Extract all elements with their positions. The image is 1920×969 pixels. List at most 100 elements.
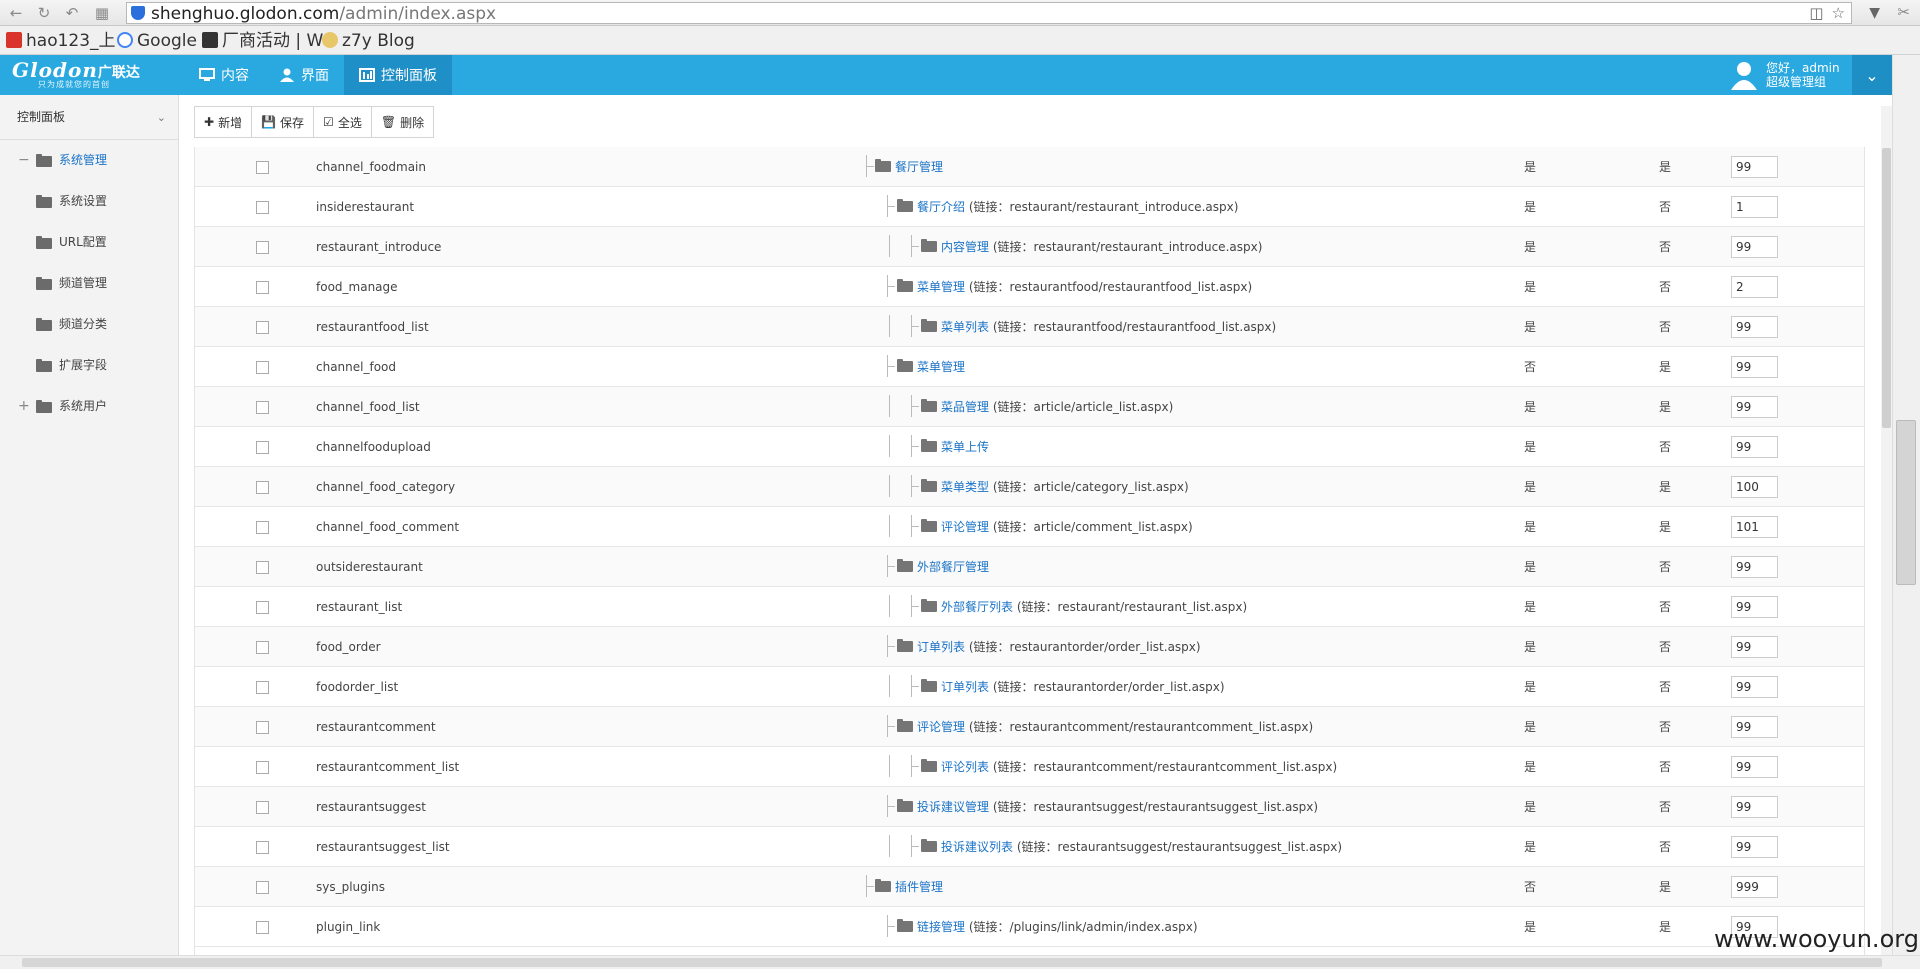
menu-name-link[interactable]: 评论管理	[917, 720, 965, 734]
row-checkbox[interactable]	[256, 200, 269, 214]
sort-order-input[interactable]	[1731, 635, 1778, 658]
menu-name-link[interactable]: 链接管理	[917, 920, 965, 934]
row-checkbox[interactable]	[256, 160, 269, 174]
sidebar-item-channel-management[interactable]: 频道管理	[0, 263, 178, 304]
menu-name-link[interactable]: 菜单列表	[941, 320, 989, 334]
menu-name-link[interactable]: 评论列表	[941, 760, 989, 774]
sort-order-input[interactable]	[1731, 435, 1778, 458]
address-bar[interactable]: shenghuo.glodon.com/admin/index.aspx ◫ ☆	[126, 2, 1852, 24]
sort-order-input[interactable]	[1731, 555, 1778, 578]
row-checkbox[interactable]	[256, 640, 269, 654]
menu-name-link[interactable]: 菜单管理	[917, 360, 965, 374]
delete-button[interactable]: 🗑 删除	[372, 107, 433, 137]
sort-order-input[interactable]	[1731, 235, 1778, 258]
bookmark-google[interactable]: Google	[117, 30, 197, 52]
row-checkbox[interactable]	[256, 480, 269, 494]
menu-name-link[interactable]: 菜单类型	[941, 480, 989, 494]
row-checkbox[interactable]	[256, 280, 269, 294]
refresh-icon[interactable]: ↻	[34, 3, 54, 23]
flag-value-2: 否	[1659, 320, 1672, 334]
bookmark-hao123[interactable]: hao123_上	[6, 30, 116, 52]
undo-icon[interactable]: ↶	[62, 3, 82, 23]
sort-order-input[interactable]	[1731, 195, 1778, 218]
sidebar-title[interactable]: 控制面板 ⌄	[0, 95, 178, 140]
menu-name-link[interactable]: 订单列表	[941, 680, 989, 694]
save-button[interactable]: 💾 保存	[252, 107, 315, 137]
page-scrollbar-thumb[interactable]	[1896, 420, 1916, 585]
row-checkbox[interactable]	[256, 320, 269, 334]
sort-order-input[interactable]	[1731, 515, 1778, 538]
row-checkbox[interactable]	[256, 400, 269, 414]
sort-cell	[1731, 307, 1864, 347]
sidebar-item-channel-category[interactable]: 频道分类	[0, 304, 178, 345]
row-checkbox[interactable]	[256, 760, 269, 774]
menu-name-link[interactable]: 菜单管理	[917, 280, 965, 294]
bookmark-vendor[interactable]: 厂商活动 | W	[202, 30, 323, 52]
sidebar-item-system-users[interactable]: + 系统用户	[0, 386, 178, 427]
menu-name-link[interactable]: 评论管理	[941, 520, 989, 534]
tab-control-panel[interactable]: 控制面板	[344, 55, 452, 95]
row-checkbox[interactable]	[256, 840, 269, 854]
sort-order-input[interactable]	[1731, 715, 1778, 738]
menu-name-link[interactable]: 菜单上传	[941, 440, 989, 454]
row-checkbox[interactable]	[256, 920, 269, 934]
row-checkbox[interactable]	[256, 520, 269, 534]
sort-order-input[interactable]	[1731, 355, 1778, 378]
bookmark-blog[interactable]: z7y Blog	[322, 30, 415, 52]
row-checkbox[interactable]	[256, 800, 269, 814]
menu-name-link[interactable]: 插件管理	[895, 880, 943, 894]
tab-content[interactable]: 内容	[184, 55, 264, 95]
menu-name-link[interactable]: 内容管理	[941, 240, 989, 254]
menu-name-link[interactable]: 投诉建议列表	[941, 840, 1013, 854]
sidebar-item-extended-fields[interactable]: 扩展字段	[0, 345, 178, 386]
grid-icon[interactable]: ▦	[92, 3, 112, 23]
row-checkbox[interactable]	[256, 880, 269, 894]
add-button[interactable]: ✚ 新增	[195, 107, 253, 137]
sidebar-item-url-config[interactable]: URL配置	[0, 222, 178, 263]
menu-name-link[interactable]: 外部餐厅管理	[917, 560, 989, 574]
sort-order-input[interactable]	[1731, 315, 1778, 338]
expand-icon[interactable]: +	[18, 386, 30, 427]
tab-interface[interactable]: 界面	[264, 55, 344, 95]
menu-title-cell: 订单列表 (链接：restaurantorder/order_list.aspx…	[527, 667, 1524, 707]
dropdown-icon[interactable]: ▼	[1869, 5, 1880, 21]
sort-order-input[interactable]	[1731, 795, 1778, 818]
sort-order-input[interactable]	[1731, 275, 1778, 298]
horizontal-scrollbar-thumb[interactable]	[22, 958, 1882, 967]
row-checkbox[interactable]	[256, 440, 269, 454]
row-checkbox[interactable]	[256, 240, 269, 254]
sort-order-input[interactable]	[1731, 675, 1778, 698]
row-checkbox[interactable]	[256, 360, 269, 374]
row-checkbox[interactable]	[256, 600, 269, 614]
flag-cell-2: 是	[1659, 507, 1731, 547]
menu-link-text: (链接：article/comment_list.aspx)	[992, 520, 1193, 534]
sort-order-input[interactable]	[1731, 835, 1778, 858]
sort-order-input[interactable]	[1731, 155, 1778, 178]
menu-name-link[interactable]: 外部餐厅列表	[941, 600, 1013, 614]
star-icon[interactable]: ☆	[1832, 4, 1845, 22]
compat-icon[interactable]: ◫	[1809, 4, 1823, 22]
sort-order-input[interactable]	[1731, 595, 1778, 618]
table-scrollbar-thumb[interactable]	[1882, 148, 1891, 428]
row-checkbox[interactable]	[256, 560, 269, 574]
select-all-button[interactable]: ☑ 全选	[314, 107, 372, 137]
sort-order-input[interactable]	[1731, 875, 1778, 898]
chevron-down-icon[interactable]: ⌄	[1852, 55, 1892, 95]
collapse-icon[interactable]: −	[18, 140, 30, 181]
sidebar-item-system-settings[interactable]: 系统设置	[0, 181, 178, 222]
menu-name-link[interactable]: 投诉建议管理	[917, 800, 989, 814]
sort-order-input[interactable]	[1731, 755, 1778, 778]
sort-order-input[interactable]	[1731, 395, 1778, 418]
sidebar-item-system-management[interactable]: − 系统管理	[0, 140, 178, 181]
row-checkbox[interactable]	[256, 680, 269, 694]
menu-name-link[interactable]: 餐厅管理	[895, 160, 943, 174]
back-icon[interactable]: ←	[6, 3, 26, 23]
menu-name-link[interactable]: 订单列表	[917, 640, 965, 654]
menu-name-link[interactable]: 餐厅介绍	[917, 200, 965, 214]
menu-name-link[interactable]: 菜品管理	[941, 400, 989, 414]
tools-icon[interactable]: ✂	[1897, 3, 1910, 21]
user-info[interactable]: 您好，admin 超级管理组	[1730, 55, 1840, 95]
sort-order-input[interactable]	[1731, 475, 1778, 498]
row-checkbox[interactable]	[256, 720, 269, 734]
flag-value-1: 是	[1524, 520, 1537, 534]
